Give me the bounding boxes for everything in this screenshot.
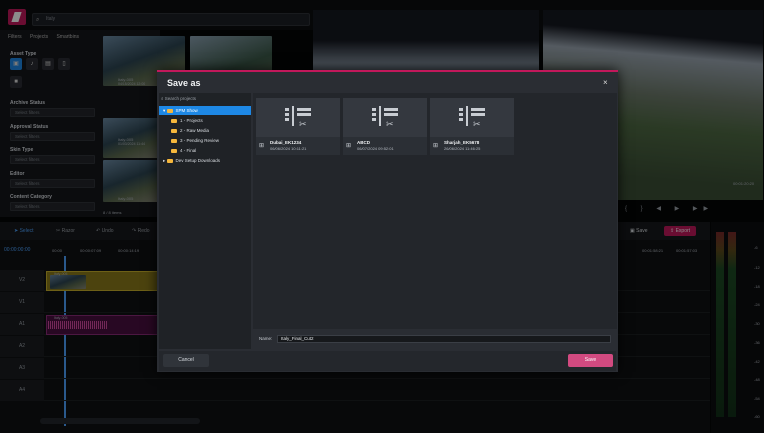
dialog-title: Save as <box>167 78 201 88</box>
name-input[interactable]: Italy_Final_Cut2 <box>277 335 611 343</box>
svg-text:✂: ✂ <box>299 120 307 130</box>
timeline-small-icon: ⊞ <box>433 143 439 149</box>
tree-item-raw-media[interactable]: 2 - Raw Media <box>159 126 251 135</box>
tree-item-pending-review[interactable]: 3 - Pending Review <box>159 136 251 145</box>
close-icon[interactable]: × <box>603 78 608 87</box>
card-preview: ✂ <box>256 98 340 137</box>
card-date: 06/06/2024 10:11:21 <box>270 146 307 151</box>
chevron-right-icon: ▸ <box>163 158 167 163</box>
folder-icon <box>171 138 177 143</box>
svg-text:✂: ✂ <box>386 120 394 130</box>
card-preview: ✂ <box>430 98 514 137</box>
name-label: Name: <box>259 336 273 341</box>
card-name: ABCD <box>357 140 370 145</box>
chevron-down-icon: ▾ <box>163 108 167 113</box>
folder-icon <box>166 108 173 113</box>
timeline-small-icon: ⊞ <box>346 143 352 149</box>
timeline-project-icon: ✂ <box>372 106 398 130</box>
timeline-project-icon: ✂ <box>459 106 485 130</box>
tree-item-spm-show[interactable]: ▾ SPM Show <box>159 106 251 115</box>
tree-item-projects[interactable]: 1 - Projects <box>159 116 251 125</box>
card-date: 06/07/2024 09:52:01 <box>357 146 394 151</box>
dialog-footer <box>159 351 616 371</box>
timeline-small-icon: ⊞ <box>259 143 265 149</box>
project-card[interactable]: ✂ ⊞ Dubai_EK1234 06/06/2024 10:11:21 <box>256 98 340 155</box>
card-label-area: ⊞ ABCD 06/07/2024 09:52:01 <box>343 137 427 155</box>
folder-icon <box>171 128 177 133</box>
folder-icon <box>171 148 177 153</box>
card-label-area: ⊞ Sharjah_EK5678 26/06/2024 11:46:25 <box>430 137 514 155</box>
project-card[interactable]: ✂ ⊞ Sharjah_EK5678 26/06/2024 11:46:25 <box>430 98 514 155</box>
card-name: Dubai_EK1234 <box>270 140 302 145</box>
folder-icon <box>166 158 173 163</box>
tree-item-final[interactable]: 4 - Final <box>159 146 251 155</box>
card-date: 26/06/2024 11:46:25 <box>444 146 481 151</box>
cancel-button[interactable]: Cancel <box>163 354 209 367</box>
tree-search-placeholder: Search projects <box>164 96 197 101</box>
card-name: Sharjah_EK5678 <box>444 140 480 145</box>
card-preview: ✂ <box>343 98 427 137</box>
project-card[interactable]: ✂ ⊞ ABCD 06/07/2024 09:52:01 <box>343 98 427 155</box>
svg-text:✂: ✂ <box>473 120 481 130</box>
tree-search-input[interactable]: ⌕ Search projects <box>161 95 249 103</box>
folder-icon <box>171 118 177 123</box>
timeline-project-icon: ✂ <box>285 106 311 130</box>
save-button[interactable]: Save <box>568 354 613 367</box>
tree-item-dev-setup-downloads[interactable]: ▸ Dev Setup Downloads <box>159 156 251 165</box>
card-label-area: ⊞ Dubai_EK1234 06/06/2024 10:11:21 <box>256 137 340 155</box>
